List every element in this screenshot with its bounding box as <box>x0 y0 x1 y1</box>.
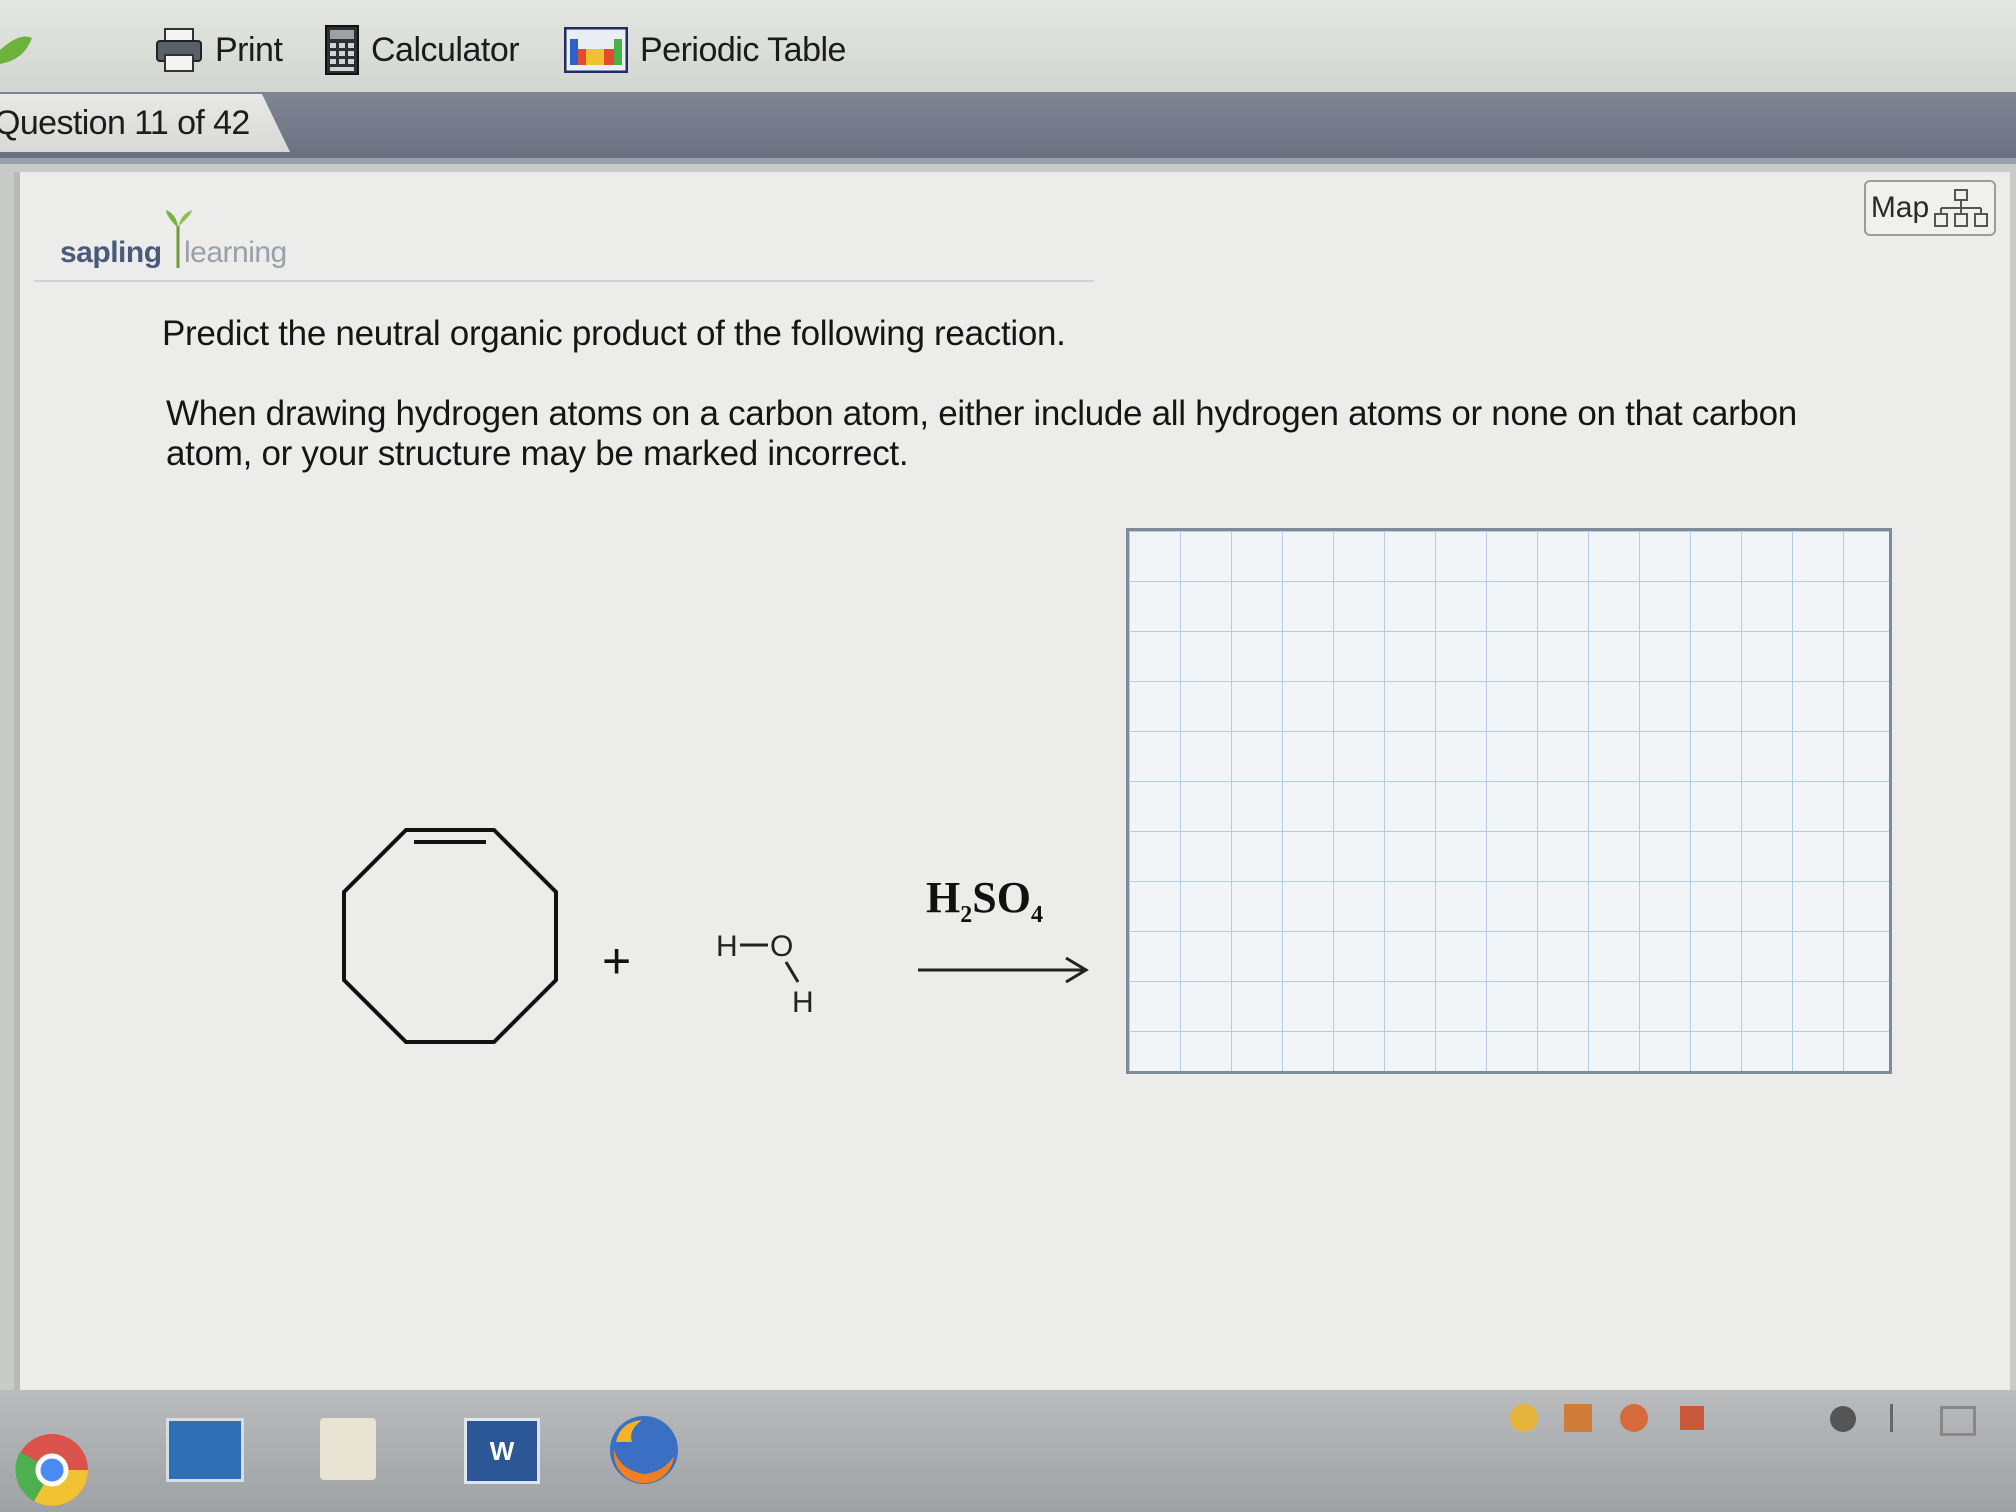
lenovo-icon[interactable] <box>166 1418 244 1482</box>
chrome-icon[interactable] <box>12 1430 92 1510</box>
plus-sign: + <box>602 933 632 989</box>
toolbar: Print Calculator Periodic Table <box>0 0 2016 94</box>
structure-drawing-canvas[interactable] <box>1126 528 1892 1074</box>
printer-icon <box>155 27 203 73</box>
question-panel: Map sapling learning Predict the neutral… <box>14 172 2010 1390</box>
reagent-so: SO <box>972 873 1031 922</box>
flag-icon[interactable] <box>1890 1404 1919 1432</box>
periodic-table-icon <box>564 27 628 73</box>
sapling-learning-logo: sapling learning <box>48 208 308 269</box>
brand-part1: sapling <box>60 236 162 269</box>
leaf-logo-icon <box>0 36 32 64</box>
periodic-table-button[interactable]: Periodic Table <box>564 20 846 80</box>
display-icon[interactable] <box>1940 1406 1976 1436</box>
water-structure: H O H <box>716 930 814 1019</box>
calculator-label: Calculator <box>371 30 520 69</box>
word-icon[interactable]: W <box>464 1418 540 1484</box>
cyclooctene-structure <box>342 828 558 1044</box>
map-button[interactable]: Map <box>1864 180 1996 236</box>
question-tab[interactable]: Question 11 of 42 <box>0 94 290 152</box>
question-prompt: Predict the neutral organic product of t… <box>162 314 1066 353</box>
brand-part2: learning <box>184 236 287 269</box>
calculator-icon <box>325 25 359 75</box>
water-h1: H <box>716 930 738 963</box>
calculator-button[interactable]: Calculator <box>325 20 520 80</box>
windows-store-icon[interactable] <box>1564 1404 1592 1432</box>
upload-icon[interactable] <box>1620 1404 1648 1432</box>
reagent-so-sub: 4 <box>1030 901 1043 928</box>
reagent-h-sub: 2 <box>960 901 973 928</box>
sitemap-icon <box>1933 188 1989 228</box>
question-tab-label: Question 11 of 42 <box>0 103 250 142</box>
file-explorer-icon[interactable] <box>320 1418 376 1480</box>
print-label: Print <box>215 30 283 69</box>
print-button[interactable]: Print <box>155 20 283 80</box>
periodic-table-label: Periodic Table <box>640 30 846 69</box>
water-h2: H <box>792 986 814 1019</box>
network-icon[interactable] <box>1510 1404 1538 1432</box>
question-tab-strip: Question 11 of 42 <box>0 92 2016 164</box>
firefox-icon[interactable] <box>606 1412 682 1488</box>
reagent-label: H2SO4 <box>926 872 1043 929</box>
water-o: O <box>770 930 793 963</box>
system-tray <box>1500 1398 2016 1438</box>
map-label: Map <box>1870 191 1930 224</box>
reaction-scheme: + H O H H2SO4 <box>330 672 1110 1092</box>
reagent-h: H <box>926 873 961 922</box>
question-instruction: When drawing hydrogen atoms on a carbon … <box>166 394 1797 473</box>
camera-icon[interactable] <box>1830 1406 1856 1432</box>
reaction-arrow <box>918 956 1089 984</box>
brand-divider <box>34 280 1094 282</box>
volume-icon[interactable] <box>1680 1406 1704 1430</box>
